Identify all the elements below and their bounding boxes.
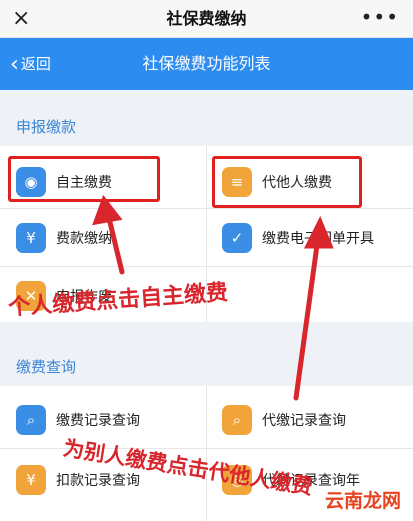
arrow-head <box>92 194 123 226</box>
arrow-others <box>293 235 321 401</box>
arrow-self-pay <box>105 211 125 275</box>
annotation-arrows <box>92 194 334 401</box>
arrow-head <box>303 215 334 249</box>
watermark-logo: 云南龙网 <box>320 486 405 513</box>
